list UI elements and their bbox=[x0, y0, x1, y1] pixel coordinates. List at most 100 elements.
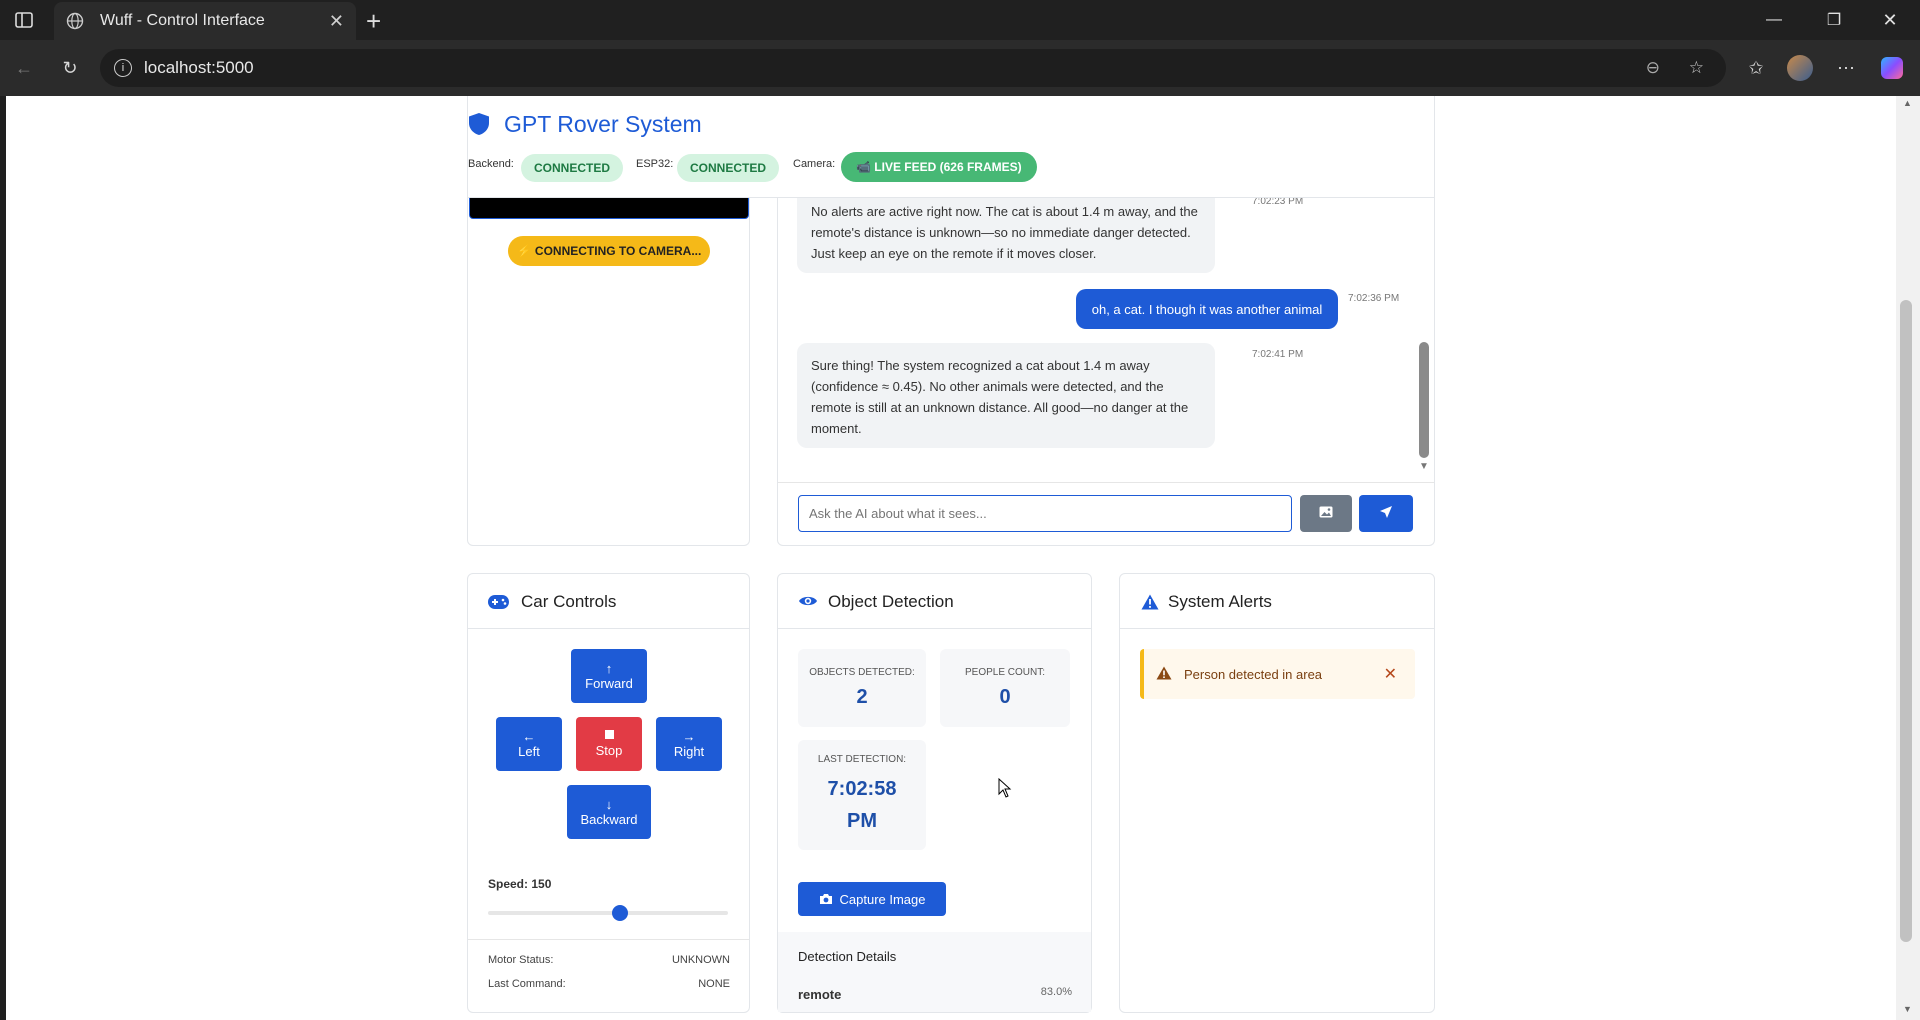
people-count-label: PEOPLE COUNT: bbox=[964, 667, 1046, 678]
status-divider bbox=[468, 939, 749, 940]
chat-scroll-thumb[interactable] bbox=[1419, 342, 1429, 458]
motor-status-value: UNKNOWN bbox=[671, 954, 730, 966]
detection-item-name: remote bbox=[798, 987, 842, 1002]
warning-triangle-icon bbox=[1141, 594, 1159, 615]
app-header: GPT Rover System Backend: CONNECTED ESP3… bbox=[467, 96, 1435, 198]
object-detection-title: Object Detection bbox=[828, 592, 954, 611]
alert-item: Person detected in area ✕ bbox=[1140, 649, 1415, 699]
browser-tab[interactable]: Wuff - Control Interface ✕ bbox=[54, 2, 356, 40]
address-bar[interactable]: i localhost:5000 ⊖ ☆ bbox=[100, 49, 1726, 87]
camera-status-badge: 📹 LIVE FEED (626 FRAMES) bbox=[841, 152, 1037, 182]
image-icon bbox=[1319, 506, 1333, 521]
speed-slider-thumb[interactable] bbox=[611, 905, 628, 921]
system-alerts-card: System Alerts Person detected in area ✕ bbox=[1119, 573, 1435, 1013]
stop-button[interactable]: Stop bbox=[576, 717, 642, 771]
url-text: localhost:5000 bbox=[144, 58, 254, 77]
message-time: 7:02:36 PM bbox=[1348, 293, 1400, 304]
capture-image-label: Capture Image bbox=[839, 891, 926, 907]
reload-icon[interactable]: ↻ bbox=[54, 52, 86, 84]
detection-details-title: Detection Details bbox=[798, 949, 897, 964]
address-bar-row: ← ↻ i localhost:5000 ⊖ ☆ ✩ ⋯ bbox=[0, 40, 1920, 96]
sidebar-toggle-icon[interactable] bbox=[14, 10, 34, 30]
people-count-value: 0 bbox=[999, 686, 1011, 708]
arrow-down-icon: ↓ bbox=[605, 797, 613, 812]
camera-label: Camera: bbox=[793, 158, 836, 170]
user-message: oh, a cat. I though it was another anima… bbox=[1076, 289, 1338, 329]
last-detection-value: 7:02:58 PM bbox=[827, 777, 897, 832]
scroll-down-icon[interactable]: ▼ bbox=[1903, 1004, 1912, 1014]
speed-label: Speed: 150 bbox=[488, 877, 552, 891]
forward-button[interactable]: ↑ Forward bbox=[571, 649, 647, 703]
profile-avatar[interactable] bbox=[1784, 52, 1816, 84]
eye-icon bbox=[798, 594, 818, 613]
gamepad-icon bbox=[488, 595, 509, 614]
more-menu-icon[interactable]: ⋯ bbox=[1830, 52, 1862, 84]
zoom-icon[interactable]: ⊖ bbox=[1646, 58, 1660, 78]
backend-status-badge: CONNECTED bbox=[521, 154, 624, 182]
mouse-cursor-icon bbox=[998, 777, 1012, 803]
right-label: Right bbox=[673, 744, 705, 759]
arrow-left-icon: ← bbox=[522, 729, 536, 744]
globe-icon bbox=[66, 11, 86, 31]
camera-icon bbox=[819, 893, 833, 905]
last-command-label: Last Command: bbox=[488, 978, 566, 990]
stop-icon bbox=[604, 730, 614, 739]
last-command-value: NONE bbox=[698, 978, 730, 990]
page-scroll-thumb[interactable] bbox=[1900, 300, 1912, 942]
favorite-star-icon[interactable]: ☆ bbox=[1689, 58, 1704, 78]
right-button[interactable]: → Right bbox=[656, 717, 722, 771]
left-button[interactable]: ← Left bbox=[496, 717, 562, 771]
camera-card: ⚡ CONNECTING TO CAMERA... bbox=[467, 150, 750, 546]
esp32-label: ESP32: bbox=[636, 158, 674, 170]
info-icon[interactable]: i bbox=[114, 59, 132, 77]
alert-warning-icon bbox=[1156, 666, 1172, 685]
attach-image-button[interactable] bbox=[1300, 495, 1352, 532]
camera-status-badge: ⚡ CONNECTING TO CAMERA... bbox=[508, 236, 710, 266]
chat-input-divider bbox=[778, 482, 1434, 483]
copilot-icon[interactable] bbox=[1876, 52, 1908, 84]
send-button[interactable] bbox=[1359, 495, 1413, 532]
backward-button[interactable]: ↓ Backward bbox=[567, 785, 651, 839]
stop-label: Stop bbox=[595, 743, 623, 758]
favorites-icon[interactable]: ✩ bbox=[1740, 52, 1772, 84]
motor-status-label: Motor Status: bbox=[488, 954, 554, 966]
close-window-icon[interactable]: ✕ bbox=[1862, 0, 1918, 40]
left-label: Left bbox=[518, 744, 540, 759]
ai-message: Sure thing! The system recognized a cat … bbox=[797, 343, 1215, 448]
close-tab-icon[interactable]: ✕ bbox=[329, 11, 344, 32]
speed-slider[interactable] bbox=[488, 911, 728, 915]
arrow-right-icon: → bbox=[682, 729, 696, 744]
chat-input[interactable] bbox=[798, 495, 1292, 532]
arrow-up-icon: ↑ bbox=[605, 661, 613, 676]
new-tab-icon[interactable]: + bbox=[366, 6, 381, 37]
browser-tab-bar: Wuff - Control Interface ✕ + — ❐ ✕ bbox=[0, 0, 1920, 40]
restore-icon[interactable]: ❐ bbox=[1806, 0, 1862, 40]
scroll-up-icon[interactable]: ▲ bbox=[1903, 98, 1912, 108]
last-detection-stat: LAST DETECTION: 7:02:58 PM bbox=[798, 740, 926, 850]
objects-detected-value: 2 bbox=[856, 686, 868, 708]
esp32-status-badge: CONNECTED bbox=[677, 154, 780, 182]
ai-message: No alerts are active right now. The cat … bbox=[797, 191, 1215, 273]
car-controls-title: Car Controls bbox=[521, 592, 617, 611]
message-time: 7:02:41 PM bbox=[1252, 349, 1304, 360]
object-detection-card: Object Detection OBJECTS DETECTED: 2 PEO… bbox=[777, 573, 1092, 1013]
minimize-icon[interactable]: — bbox=[1746, 0, 1802, 40]
back-icon[interactable]: ← bbox=[8, 52, 40, 84]
shield-icon bbox=[468, 112, 490, 141]
chat-scroll-down-icon[interactable]: ▼ bbox=[1419, 461, 1429, 472]
people-count-stat: PEOPLE COUNT: 0 bbox=[940, 649, 1070, 727]
send-icon bbox=[1379, 505, 1393, 522]
system-alerts-title: System Alerts bbox=[1168, 592, 1272, 611]
objects-detected-label: OBJECTS DETECTED: bbox=[809, 667, 915, 678]
dismiss-alert-icon[interactable]: ✕ bbox=[1384, 664, 1397, 684]
backward-label: Backward bbox=[580, 812, 638, 827]
alert-text: Person detected in area bbox=[1184, 667, 1323, 682]
last-detection-label: LAST DETECTION: bbox=[817, 753, 907, 765]
tab-title: Wuff - Control Interface bbox=[100, 12, 265, 29]
forward-label: Forward bbox=[585, 676, 633, 691]
objects-detected-stat: OBJECTS DETECTED: 2 bbox=[798, 649, 926, 727]
detection-item-confidence: 83.0% bbox=[1040, 986, 1072, 998]
car-controls-card: Car Controls ↑ Forward ← Left Stop → Rig… bbox=[467, 573, 750, 1013]
page-title: GPT Rover System bbox=[504, 111, 702, 137]
capture-image-button[interactable]: Capture Image bbox=[798, 882, 946, 916]
